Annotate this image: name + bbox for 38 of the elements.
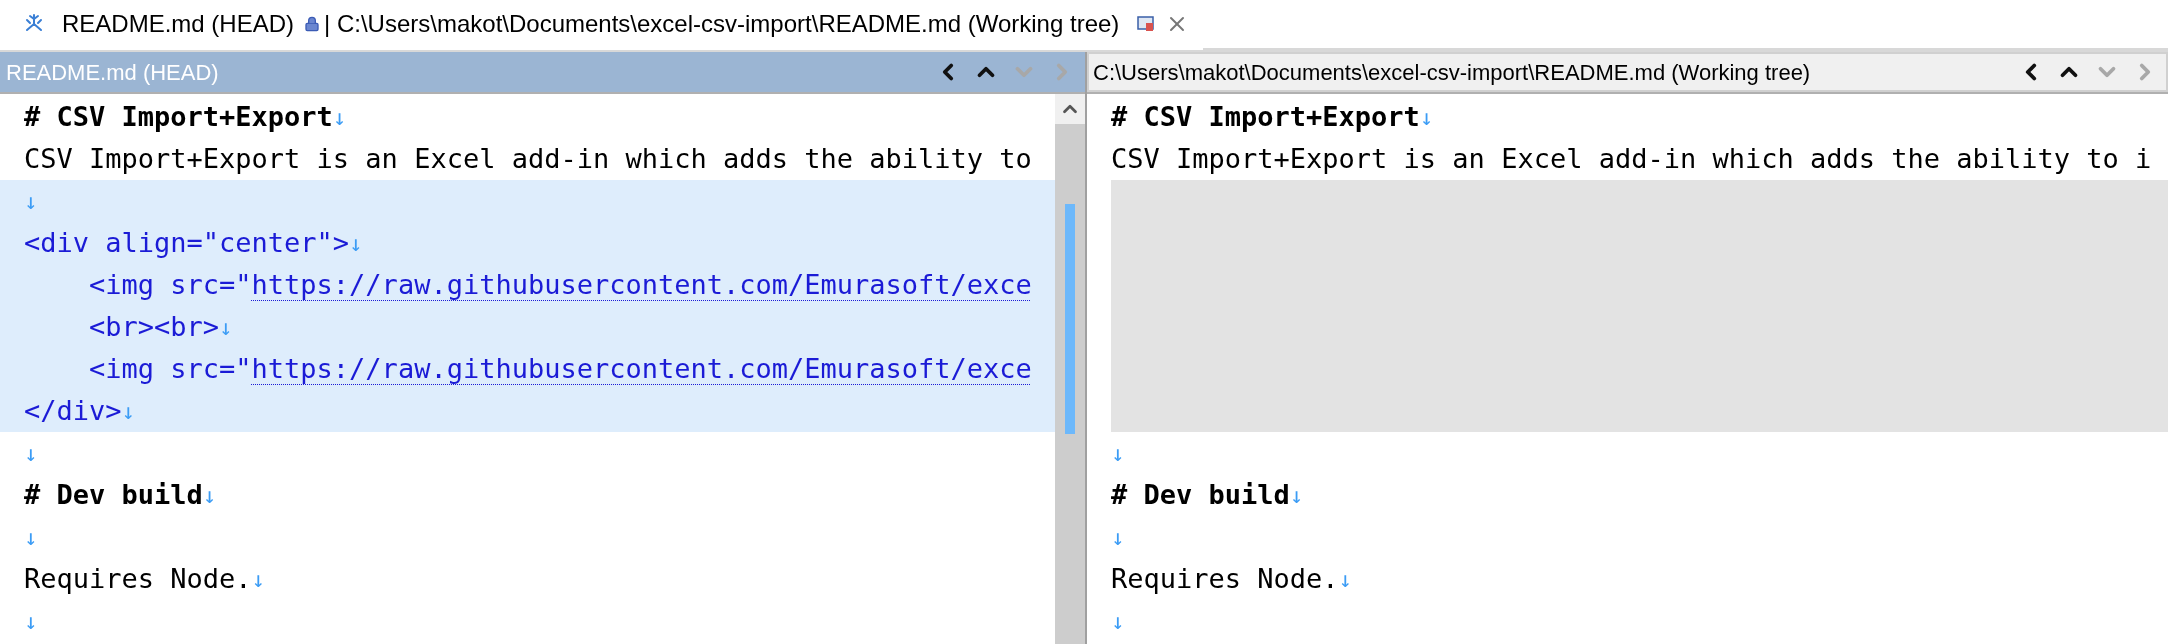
line-text: CSV Import+Export is an Excel add-in which adds the ability to i: [1111, 141, 2152, 176]
line-end-mark: ↓: [24, 607, 38, 636]
markup-text: <div align="center">: [24, 225, 350, 260]
line-end-mark: ↓: [121, 397, 135, 426]
line-end-mark: ↓: [24, 187, 38, 216]
markup-text: </div>: [24, 393, 122, 428]
line-end-mark: ↓: [24, 523, 38, 552]
line-text: Requires Node.: [24, 561, 252, 596]
link-text[interactable]: https://raw.githubusercontent.com/Emurasoft/exce: [251, 348, 1032, 390]
scrollbar[interactable]: [1055, 94, 1085, 644]
pane-title: README.md (HEAD): [6, 58, 220, 87]
line-end-mark: ↓: [1419, 103, 1434, 132]
line-end-mark: ↓: [219, 313, 233, 342]
pane-title: C:\Users\makot\Documents\excel-csv-import\README.md (Working tree): [1093, 58, 1812, 87]
pane-header[interactable]: C:\Users\makot\Documents\excel-csv-import\README.md (Working tree): [1087, 52, 2168, 92]
line-end-mark: ↓: [1111, 439, 1125, 468]
heading-text: # CSV Import+Export: [24, 99, 333, 134]
tab-path: | C:\Users\makot\Documents\excel-csv-import\README.md (Working tree): [324, 9, 1120, 39]
line-text: Requires Node.: [1111, 561, 1339, 596]
line-end-mark: ↓: [332, 103, 347, 132]
line-end-mark: ↓: [1111, 523, 1125, 552]
line-end-mark: ↓: [24, 439, 38, 468]
line-end-mark: ↓: [1289, 481, 1304, 510]
link-text[interactable]: https://raw.githubusercontent.com/Emurasoft/exce: [251, 264, 1032, 306]
window-icon: [1137, 15, 1156, 33]
markup-text: <img src=": [88, 351, 252, 386]
line-end-mark: ↓: [349, 229, 363, 258]
heading-text: # Dev build: [1111, 477, 1290, 512]
heading-text: # Dev build: [24, 477, 203, 512]
line-end-mark: ↓: [251, 565, 265, 594]
markup-text: <img src=": [88, 267, 252, 302]
heading-text: # CSV Import+Export: [1111, 99, 1420, 134]
tab-title: README.md (HEAD): [61, 9, 295, 39]
markup-text: <br><br>: [88, 309, 220, 344]
line-end-mark: ↓: [1338, 565, 1352, 594]
line-end-mark: ↓: [1111, 607, 1125, 636]
line-end-mark: ↓: [202, 481, 217, 510]
line-text: CSV Import+Export is an Excel add-in which adds the ability to: [24, 141, 1032, 176]
